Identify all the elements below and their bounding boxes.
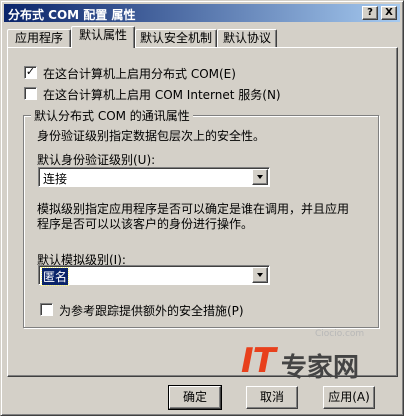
tab-label: 默认安全机制: [139, 31, 212, 45]
tab-default-protocols[interactable]: 默认协议: [217, 29, 277, 48]
site-watermark-logo: Ciocio.com IT 专家网: [241, 329, 379, 397]
auth-level-select[interactable]: 连接: [38, 167, 270, 187]
properties-dialog: 分布式 COM 配置 属性 ? X 应用程序 默认属性 默认安全机制 默认协议 …: [0, 0, 404, 416]
chevron-down-icon: [257, 273, 263, 277]
tab-applications[interactable]: 应用程序: [7, 29, 71, 48]
help-button[interactable]: ?: [362, 6, 378, 20]
watermark-logo-it: IT: [241, 341, 276, 381]
window-title: 分布式 COM 配置 属性: [8, 8, 136, 22]
enable-dcom-label: 在这台计算机上启用分布式 COM(E): [43, 67, 236, 81]
auth-level-label: 默认身份验证级别(U):: [37, 153, 156, 167]
tab-label: 默认属性: [78, 28, 127, 42]
auth-dropdown-button[interactable]: [252, 169, 268, 185]
enable-internet-label: 在这台计算机上启用 COM Internet 服务(N): [43, 88, 281, 102]
close-button[interactable]: X: [381, 6, 397, 20]
impersonation-dropdown-button[interactable]: [252, 267, 268, 283]
comm-properties-title: 默认分布式 COM 的通讯属性: [31, 107, 193, 124]
watermark-logo-text: 专家网: [281, 353, 360, 383]
impersonation-description-line2: 程序是否可以以该客户的身份进行操作。: [37, 217, 254, 231]
auth-description: 身份验证级别指定数据包层次上的安全性。: [37, 129, 266, 143]
tab-default-properties[interactable]: 默认属性: [71, 26, 135, 48]
tab-label: 应用程序: [14, 31, 63, 45]
reference-tracking-checkbox[interactable]: [40, 303, 53, 316]
reference-tracking-label: 为参考跟踪提供额外的安全措施(P): [59, 304, 244, 318]
title-bar[interactable]: 分布式 COM 配置 属性 ? X: [4, 4, 400, 22]
enable-dcom-checkbox[interactable]: ✓: [24, 66, 37, 79]
impersonation-level-select[interactable]: 匿名: [38, 265, 270, 286]
tab-default-security[interactable]: 默认安全机制: [135, 29, 217, 48]
chevron-down-icon: [257, 175, 263, 179]
tab-label: 默认协议: [222, 31, 271, 45]
auth-level-value: 连接: [43, 172, 68, 186]
watermark-site: Ciocio.com: [315, 329, 365, 339]
impersonation-level-value: 匿名: [40, 267, 70, 286]
ok-button[interactable]: 确定: [168, 385, 222, 410]
enable-internet-checkbox[interactable]: [24, 87, 37, 100]
